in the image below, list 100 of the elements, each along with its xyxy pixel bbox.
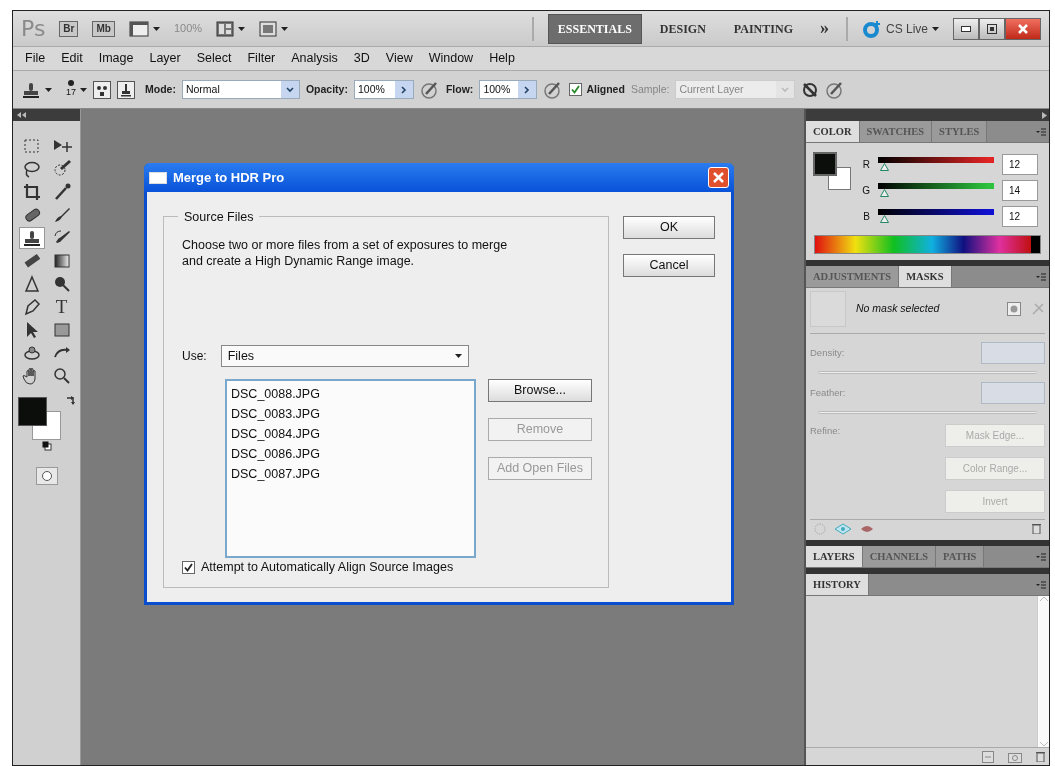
app-button[interactable]: Br [59, 20, 79, 37]
workspace-tab[interactable]: DESIGN [649, 13, 716, 44]
app-button[interactable]: Mb [92, 20, 115, 37]
view-extras-icon[interactable] [128, 20, 149, 37]
use-dropdown[interactable]: Files [220, 345, 469, 368]
color-slider[interactable] [876, 208, 996, 224]
caret-icon [932, 26, 939, 31]
align-checkbox[interactable] [182, 561, 195, 575]
mode-dropdown[interactable]: Normal [181, 80, 300, 99]
menu-item[interactable]: Filter [239, 49, 284, 68]
chevron-right-icon [399, 85, 408, 94]
flow-field[interactable]: 100% [479, 80, 538, 99]
magnifier-icon [51, 366, 72, 386]
collapse-icon[interactable] [17, 112, 26, 118]
minimize-icon [961, 25, 971, 32]
file-list[interactable]: DSC_0088.JPG DSC_0083.JPG DSC_0084.JPG DSC_0086.JPG DSC_0087.JPG [225, 379, 476, 559]
dotted-circle-icon[interactable] [814, 522, 826, 535]
color-swatches-drawing[interactable] [17, 395, 62, 441]
app-logo: Ps [21, 15, 46, 43]
screen-mode-icon[interactable] [259, 20, 278, 37]
brush-panel-icon[interactable] [117, 80, 135, 99]
panel-tab[interactable]: COLOR [806, 121, 860, 142]
menu-item[interactable]: Analysis [283, 49, 346, 68]
window-icon [149, 171, 167, 184]
list-entry[interactable]: DSC_0087.JPG [231, 464, 470, 485]
panel-tab[interactable]: MASKS [899, 266, 952, 287]
close-icon [1018, 23, 1028, 34]
color-swatches-drawing[interactable] [812, 151, 852, 191]
maximize-button[interactable] [979, 17, 1005, 40]
brush-size[interactable]: 17 [66, 85, 76, 100]
color-slider[interactable] [876, 156, 996, 172]
color-slider[interactable] [876, 182, 996, 198]
sample-label: Sample: [630, 81, 670, 97]
trash-icon[interactable] [1036, 751, 1045, 762]
minimize-button[interactable] [953, 17, 979, 40]
list-entry[interactable]: DSC_0088.JPG [231, 384, 470, 405]
new-document-icon[interactable] [982, 750, 994, 763]
channel-label: B [862, 209, 870, 224]
caret-icon [45, 87, 52, 92]
crop-icon [21, 182, 42, 202]
menu-item[interactable]: Layer [141, 49, 189, 68]
channel-label: R [861, 157, 870, 172]
gradient-icon [51, 251, 72, 271]
default-colors-icon[interactable] [41, 441, 52, 451]
channel-value-field[interactable]: 14 [1002, 179, 1038, 201]
aligned-checkbox[interactable] [569, 83, 583, 96]
chevron-down-icon [285, 85, 294, 94]
stamp-icon [21, 228, 42, 248]
menu-item[interactable]: Edit [53, 49, 91, 68]
align-label: Attempt to Automatically Align Source Images [201, 559, 454, 577]
color-spectrum-bar[interactable] [814, 235, 1041, 254]
list-entry[interactable]: DSC_0083.JPG [231, 404, 470, 425]
check-icon [571, 85, 581, 94]
panel-menu-icon[interactable] [1036, 273, 1046, 282]
panel-menu-icon[interactable] [1036, 128, 1046, 137]
list-entry[interactable]: DSC_0084.JPG [231, 424, 470, 445]
list-entry[interactable]: DSC_0086.JPG [231, 444, 470, 465]
dialog-button[interactable]: Cancel [623, 254, 715, 278]
arrange-documents-icon[interactable] [216, 20, 235, 37]
expand-icon[interactable] [1042, 111, 1047, 119]
caret-icon [281, 26, 289, 31]
menu-item[interactable]: Help [481, 49, 523, 68]
menu-item[interactable]: Window [420, 49, 482, 68]
trash-icon[interactable] [1032, 523, 1041, 534]
menu-item[interactable]: Image [90, 49, 142, 68]
channel-value-field[interactable]: 12 [1002, 153, 1038, 175]
cs-live-menu[interactable]: CS Live [885, 19, 928, 38]
marquee-icon [21, 136, 42, 156]
list-button[interactable]: Browse... [488, 379, 592, 403]
menu-item[interactable]: Select [188, 49, 240, 68]
quick-mask-button[interactable] [35, 467, 58, 485]
quick-select-icon [51, 159, 72, 179]
more-workspaces[interactable]: » [816, 14, 832, 43]
panel-menu-icon[interactable] [1036, 581, 1046, 590]
tool-button[interactable] [18, 227, 45, 249]
close-button[interactable] [1005, 17, 1041, 40]
maximize-icon [987, 23, 997, 34]
clone-source-icon[interactable] [93, 80, 111, 99]
ignore-adjustments-icon[interactable] [801, 80, 820, 99]
panel-menu-icon[interactable] [1036, 553, 1046, 562]
opacity-field[interactable]: 100% [353, 80, 414, 99]
orbit-icon [21, 343, 42, 363]
caret-icon [80, 87, 87, 92]
pixel-mask-icon[interactable] [1007, 302, 1021, 316]
mask-status: No mask selected [856, 301, 941, 317]
aligned-label: Aligned [586, 81, 625, 97]
panel-tab[interactable]: HISTORY [806, 574, 869, 595]
workspace-tab[interactable]: ESSENTIALS [547, 13, 642, 44]
dialog-button[interactable]: OK [623, 216, 715, 240]
panel-tab[interactable]: LAYERS [806, 546, 863, 567]
workspace-tab[interactable]: PAINTING [723, 13, 803, 44]
camera-icon[interactable] [1008, 750, 1022, 763]
tool-button[interactable]: T [48, 296, 75, 318]
swap-icon[interactable] [65, 395, 76, 405]
menu-item[interactable]: 3D [345, 49, 378, 68]
channel-value-field[interactable]: 12 [1002, 205, 1038, 227]
menu-item[interactable]: View [377, 49, 421, 68]
density-label: Density: [810, 345, 845, 360]
ring-icon [861, 18, 882, 39]
menu-item[interactable]: File [17, 49, 54, 68]
